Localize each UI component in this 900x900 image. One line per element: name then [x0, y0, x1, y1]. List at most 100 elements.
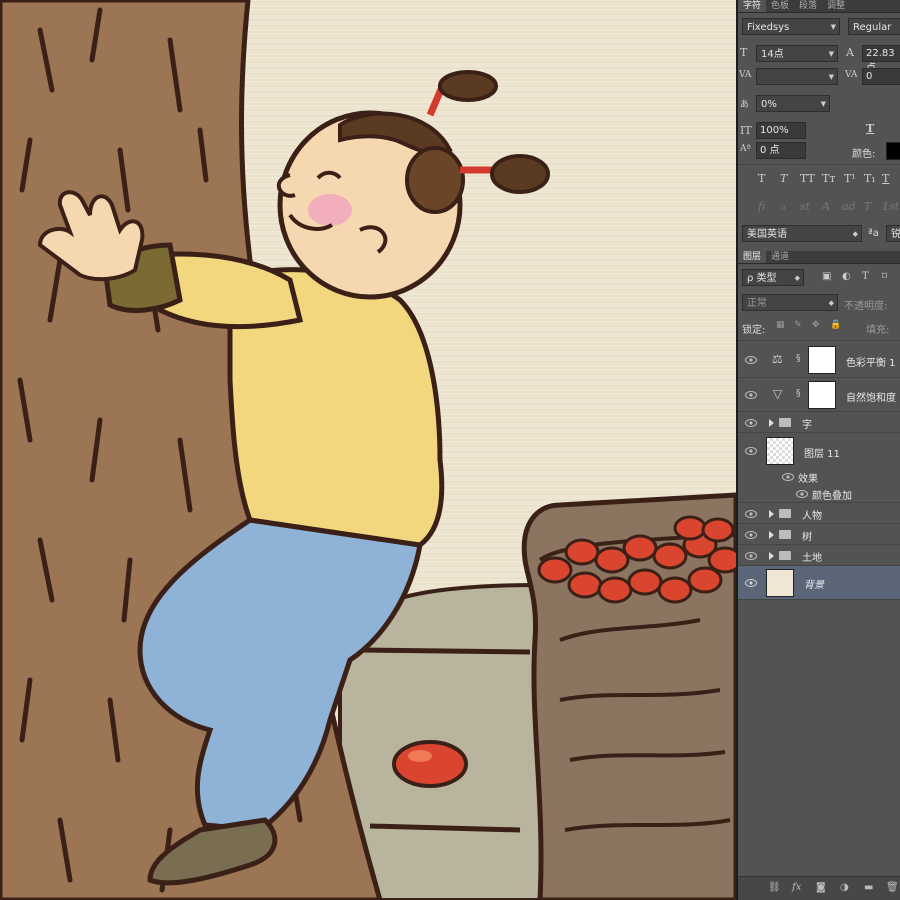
- filter-shape-icon[interactable]: ⌑: [882, 271, 887, 282]
- adjustment-icon[interactable]: ◑: [840, 882, 849, 893]
- layer-group-tree[interactable]: 树: [738, 524, 900, 545]
- ligature-button[interactable]: fi: [758, 200, 765, 213]
- lock-position-icon[interactable]: ✥: [812, 320, 820, 330]
- fill-label: 填充:: [866, 325, 890, 336]
- subscript-button[interactable]: T₁: [864, 172, 876, 185]
- font-size-select[interactable]: 14点 ▼: [756, 45, 838, 62]
- folder-icon: [779, 418, 791, 427]
- eye-icon[interactable]: [745, 419, 757, 427]
- eye-icon[interactable]: [745, 356, 757, 364]
- lock-transparent-icon[interactable]: ▦: [776, 320, 785, 330]
- eye-icon[interactable]: [745, 531, 757, 539]
- eye-icon[interactable]: [745, 552, 757, 560]
- filter-pixel-icon[interactable]: ▣: [822, 271, 831, 282]
- faux-bold-button[interactable]: T: [758, 172, 765, 185]
- eye-icon[interactable]: [745, 391, 757, 399]
- tab-paragraph[interactable]: 段落: [794, 0, 822, 12]
- chevron-down-icon: ▼: [828, 50, 834, 58]
- eye-icon[interactable]: [745, 447, 757, 455]
- folder-icon: [779, 530, 791, 539]
- trash-icon[interactable]: 🗑: [886, 882, 899, 893]
- layer-group-characters[interactable]: 人物: [738, 503, 900, 524]
- layer-group-ground[interactable]: 土地: [738, 545, 900, 566]
- swash-button[interactable]: st: [800, 200, 810, 213]
- layer-filter-select[interactable]: ρ 类型 ◆: [742, 269, 804, 286]
- language-select[interactable]: 美国英语 ◆: [742, 225, 862, 242]
- layer-group-text[interactable]: 字: [738, 412, 900, 433]
- stylistic-button[interactable]: A: [822, 200, 830, 213]
- blend-mode-value: 正常: [747, 298, 767, 309]
- blend-mode-select[interactable]: 正常 ◆: [742, 294, 838, 311]
- link-icon[interactable]: ⛓: [768, 882, 781, 893]
- document-canvas[interactable]: [0, 0, 736, 900]
- opacity-label: 不透明度:: [844, 301, 888, 312]
- layer-background[interactable]: 背景: [738, 566, 900, 600]
- layer-color-balance[interactable]: ⚖ § 色彩平衡 1: [738, 342, 900, 378]
- kerning-select[interactable]: ▼: [756, 68, 838, 85]
- tracking-value: 0: [866, 71, 873, 82]
- antialias-value: 锐: [891, 229, 900, 240]
- tracking-field[interactable]: 0: [862, 68, 900, 85]
- triangle-icon: ▽: [773, 387, 783, 401]
- layer-color-overlay-effect[interactable]: 颜色叠加: [738, 485, 900, 503]
- chevron-down-icon: ▼: [820, 100, 826, 108]
- language-value: 美国英语: [747, 229, 787, 240]
- folder-icon: [779, 509, 791, 518]
- eye-icon[interactable]: [745, 510, 757, 518]
- lock-all-icon[interactable]: 🔒: [830, 320, 841, 330]
- tab-channels[interactable]: 通道: [766, 251, 794, 263]
- expand-arrow-icon[interactable]: [769, 510, 774, 518]
- filter-adjustment-icon[interactable]: ◐: [842, 271, 851, 282]
- mask-icon[interactable]: ◙: [816, 882, 826, 893]
- tsume-select[interactable]: 0% ▼: [756, 95, 830, 112]
- tab-adjustments[interactable]: 调整: [822, 0, 850, 12]
- layer-11[interactable]: 图层 11: [738, 433, 900, 469]
- filter-type-icon[interactable]: T: [862, 271, 869, 282]
- text-color-swatch[interactable]: [886, 142, 900, 160]
- fx-icon[interactable]: fx: [792, 882, 801, 893]
- leading-field[interactable]: 22.83 点: [862, 45, 900, 74]
- eye-icon[interactable]: [796, 490, 808, 498]
- vertical-scale-icon: IT: [740, 124, 752, 137]
- discretionary-button[interactable]: ℴ: [780, 200, 785, 213]
- fractions-button[interactable]: 1st: [882, 200, 899, 213]
- horizontal-scale-icon: T: [866, 122, 875, 135]
- underline-button[interactable]: T: [882, 172, 889, 185]
- expand-arrow-icon[interactable]: [769, 552, 774, 560]
- expand-arrow-icon[interactable]: [769, 531, 774, 539]
- titling-button[interactable]: ad: [842, 200, 856, 213]
- small-caps-button[interactable]: Tт: [822, 172, 835, 185]
- layer-mask-thumbnail: [808, 381, 836, 409]
- font-style-select[interactable]: Regular: [848, 18, 900, 35]
- lock-image-icon[interactable]: ✎: [794, 320, 802, 330]
- ordinals-button[interactable]: T: [864, 200, 871, 213]
- superscript-button[interactable]: T¹: [844, 172, 856, 185]
- tracking-icon: VA: [845, 70, 858, 80]
- folder-icon: [779, 551, 791, 560]
- tab-swatches[interactable]: 色板: [766, 0, 794, 12]
- layer-vibrance[interactable]: ▽ § 自然饱和度: [738, 378, 900, 412]
- vertical-scale-field[interactable]: 100%: [756, 122, 806, 139]
- eye-icon[interactable]: [745, 579, 757, 587]
- faux-italic-button[interactable]: T: [780, 172, 787, 185]
- layer-thumbnail: [766, 437, 794, 465]
- layer-name: 树: [802, 532, 812, 543]
- tsume-value: 0%: [761, 99, 777, 110]
- layer-effects-row[interactable]: 效果: [738, 469, 900, 485]
- tab-layers[interactable]: 图层: [738, 251, 767, 263]
- chevron-down-icon: ◆: [852, 230, 858, 238]
- baseline-shift-icon: Aª: [740, 144, 751, 154]
- baseline-shift-value: 0 点: [760, 145, 780, 156]
- font-family-select[interactable]: Fixedsys ▼: [742, 18, 840, 35]
- expand-arrow-icon[interactable]: [769, 419, 774, 427]
- baseline-shift-field[interactable]: 0 点: [756, 142, 806, 159]
- all-caps-button[interactable]: TT: [800, 172, 815, 185]
- separator: [738, 164, 900, 165]
- eye-icon[interactable]: [782, 473, 794, 481]
- tab-character[interactable]: 字符: [738, 0, 767, 12]
- layer-name: 人物: [802, 511, 822, 522]
- link-icon: §: [796, 389, 801, 399]
- antialias-select[interactable]: 锐: [886, 225, 900, 242]
- folder-icon[interactable]: ▬: [864, 882, 873, 893]
- scale-icon: ⚖: [772, 352, 783, 366]
